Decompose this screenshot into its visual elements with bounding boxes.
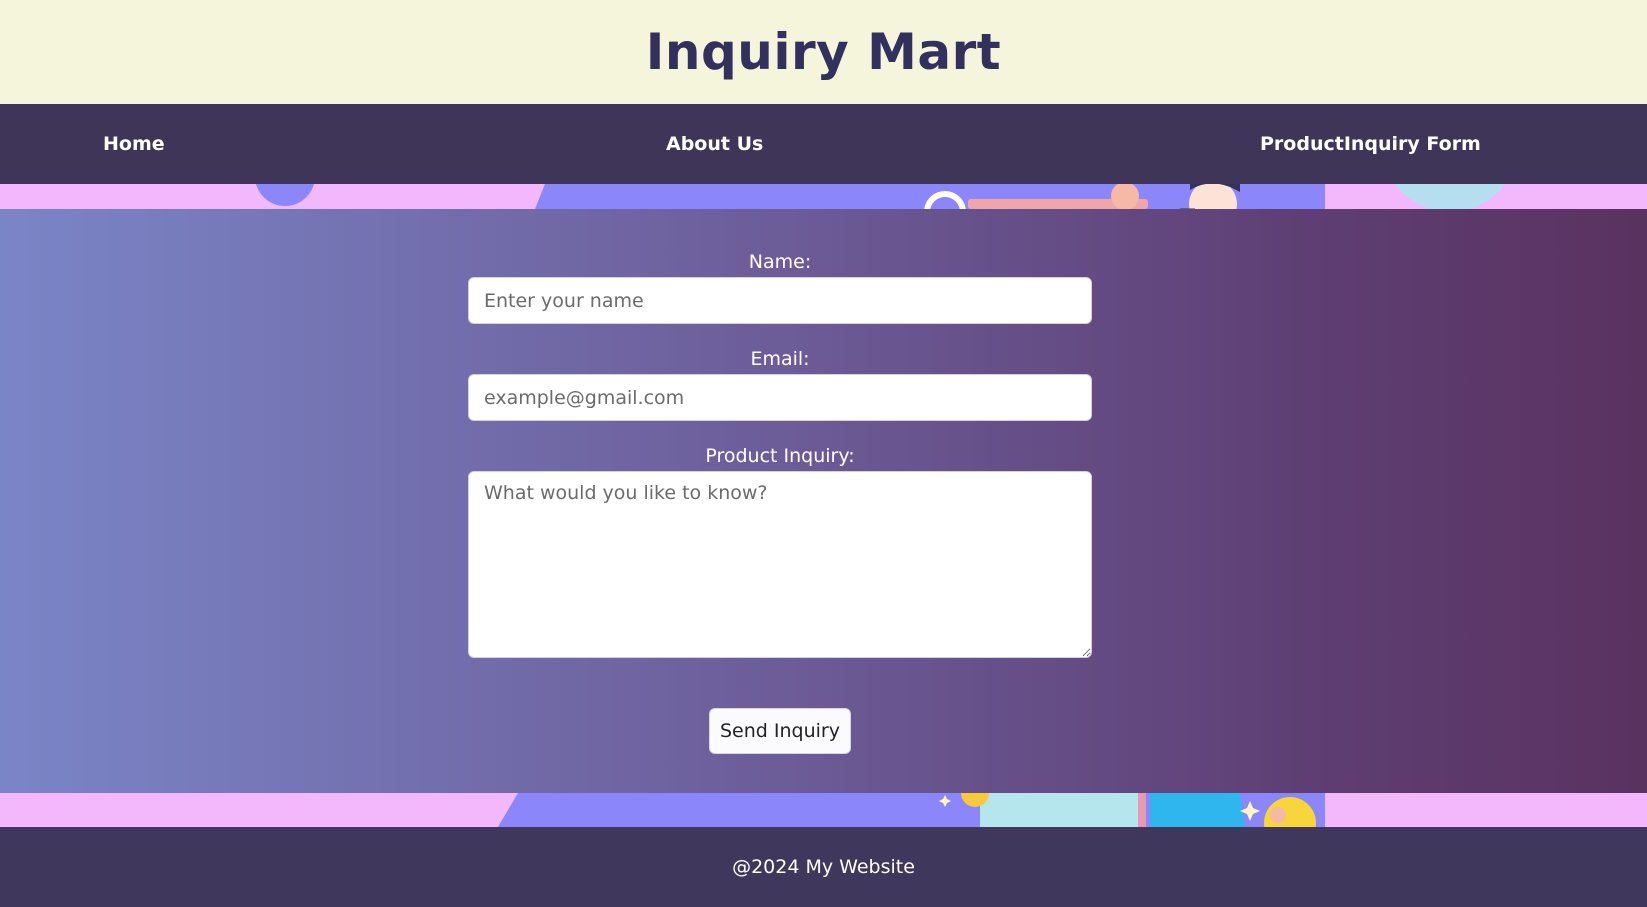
banner-illustration-top: [0, 184, 1647, 209]
banner-illustration-bottom-graphic: [0, 793, 1647, 827]
product-inquiry-textarea[interactable]: [468, 471, 1092, 658]
site-title: Inquiry Mart: [645, 23, 1002, 81]
site-header: Inquiry Mart: [0, 0, 1647, 104]
product-inquiry-label: Product Inquiry:: [705, 445, 855, 467]
site-footer: @2024 My Website: [0, 827, 1647, 907]
email-input[interactable]: [468, 374, 1092, 421]
inquiry-form-section: Name: Email: Product Inquiry: Send Inqui…: [0, 209, 1647, 793]
name-label: Name:: [748, 251, 812, 273]
name-input[interactable]: [468, 277, 1092, 324]
banner-illustration-bottom: [0, 793, 1647, 827]
banner-illustration-top-graphic: [0, 184, 1647, 209]
nav-link-about-us[interactable]: About Us: [666, 104, 763, 184]
navbar: Home About Us ProductInquiry Form: [0, 104, 1647, 184]
email-label: Email:: [750, 348, 810, 370]
send-inquiry-button[interactable]: Send Inquiry: [709, 708, 851, 754]
nav-link-product-inquiry-form[interactable]: ProductInquiry Form: [1260, 104, 1481, 184]
footer-copyright: @2024 My Website: [732, 856, 915, 878]
nav-link-home[interactable]: Home: [103, 104, 165, 184]
